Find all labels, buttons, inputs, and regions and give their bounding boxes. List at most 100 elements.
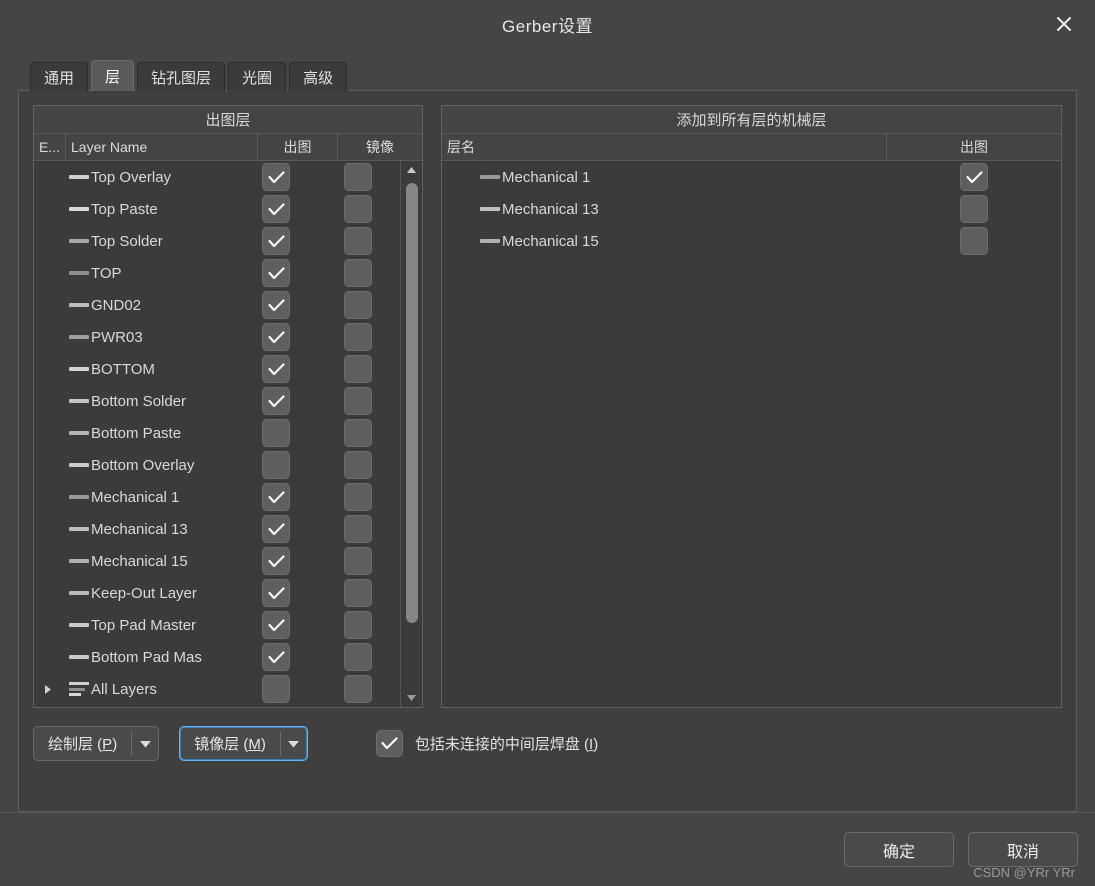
- triangle-up-icon[interactable]: [401, 161, 422, 179]
- tab-3[interactable]: 光圈: [228, 62, 287, 91]
- table-row[interactable]: GND02: [34, 289, 400, 321]
- column-header-enabled[interactable]: E...: [34, 134, 66, 160]
- table-row[interactable]: Mechanical 1: [34, 481, 400, 513]
- plot-checkbox[interactable]: [960, 227, 988, 255]
- plot-checkbox[interactable]: [262, 643, 290, 671]
- plot-layers-scrollbar[interactable]: [400, 161, 422, 707]
- table-row[interactable]: Bottom Pad Mas: [34, 641, 400, 673]
- table-row[interactable]: Mechanical 13: [34, 513, 400, 545]
- table-row[interactable]: Mechanical 1: [442, 161, 1061, 193]
- expander-triangle-icon[interactable]: [39, 684, 57, 695]
- plot-checkbox[interactable]: [262, 483, 290, 511]
- plot-checkbox[interactable]: [262, 675, 290, 703]
- plot-checkbox[interactable]: [262, 387, 290, 415]
- close-icon[interactable]: [1033, 0, 1095, 48]
- plot-cell: [236, 289, 316, 321]
- table-row[interactable]: Bottom Paste: [34, 417, 400, 449]
- scrollbar-track[interactable]: [401, 179, 422, 689]
- mirror-checkbox[interactable]: [344, 291, 372, 319]
- plot-layers-button-text: 绘制层 (P): [48, 736, 118, 753]
- table-row[interactable]: Mechanical 15: [34, 545, 400, 577]
- ok-button[interactable]: 确定: [844, 832, 954, 867]
- tab-4[interactable]: 高级: [289, 62, 348, 91]
- plot-checkbox[interactable]: [262, 515, 290, 543]
- mirror-checkbox[interactable]: [344, 611, 372, 639]
- plot-checkbox[interactable]: [262, 451, 290, 479]
- column-header-layer-name[interactable]: Layer Name: [66, 134, 258, 160]
- plot-checkbox[interactable]: [262, 323, 290, 351]
- table-row[interactable]: TOP: [34, 257, 400, 289]
- layer-name-label: Mechanical 15: [502, 232, 599, 250]
- caret-down-icon[interactable]: [281, 727, 307, 760]
- table-row[interactable]: Top Pad Master: [34, 609, 400, 641]
- mirror-checkbox[interactable]: [344, 547, 372, 575]
- mirror-checkbox[interactable]: [344, 579, 372, 607]
- plot-checkbox[interactable]: [262, 291, 290, 319]
- tab-bar: 通用层钻孔图层 光圈 高级: [18, 60, 1077, 91]
- plot-checkbox[interactable]: [262, 227, 290, 255]
- column-header-plot[interactable]: 出图: [887, 134, 1061, 160]
- table-row[interactable]: PWR03: [34, 321, 400, 353]
- plot-checkbox[interactable]: [262, 611, 290, 639]
- table-row[interactable]: Top Paste: [34, 193, 400, 225]
- include-unconnected-row: 包括未连接的中间层焊盘 (I): [375, 726, 599, 761]
- tab-0[interactable]: 通用: [30, 62, 89, 91]
- cancel-button[interactable]: 取消: [968, 832, 1078, 867]
- layer-name-cell: Top Solder: [34, 225, 236, 257]
- include-unconnected-checkbox[interactable]: [375, 730, 403, 757]
- table-row[interactable]: Bottom Solder: [34, 385, 400, 417]
- plot-checkbox[interactable]: [262, 579, 290, 607]
- mirror-layers-button[interactable]: 镜像层 (M): [179, 726, 308, 761]
- plot-cell: [236, 353, 316, 385]
- plot-layers-button[interactable]: 绘制层 (P): [33, 726, 160, 761]
- mirror-checkbox[interactable]: [344, 675, 372, 703]
- plot-checkbox[interactable]: [262, 163, 290, 191]
- layer-name-label: Top Paste: [91, 200, 158, 218]
- table-row[interactable]: Mechanical 15: [442, 225, 1061, 257]
- layer-color-swatch-icon: [69, 682, 89, 696]
- column-header-mirror[interactable]: 镜像: [338, 134, 422, 160]
- scrollbar-thumb[interactable]: [406, 183, 418, 623]
- table-row[interactable]: Keep-Out Layer: [34, 577, 400, 609]
- mirror-checkbox[interactable]: [344, 419, 372, 447]
- plot-checkbox[interactable]: [262, 419, 290, 447]
- layer-name-cell: TOP: [34, 257, 236, 289]
- mirror-cell: [316, 193, 400, 225]
- table-row[interactable]: All Layers: [34, 673, 400, 705]
- plot-checkbox[interactable]: [960, 195, 988, 223]
- table-row[interactable]: Top Overlay: [34, 161, 400, 193]
- mirror-checkbox[interactable]: [344, 227, 372, 255]
- plot-checkbox[interactable]: [960, 163, 988, 191]
- column-header-plot[interactable]: 出图: [258, 134, 338, 160]
- plot-checkbox[interactable]: [262, 355, 290, 383]
- mirror-checkbox[interactable]: [344, 195, 372, 223]
- layer-name-cell: GND02: [34, 289, 236, 321]
- table-row[interactable]: Bottom Overlay: [34, 449, 400, 481]
- plot-cell: [887, 225, 1061, 257]
- tab-2[interactable]: 钻孔图层: [137, 62, 226, 91]
- mirror-checkbox[interactable]: [344, 643, 372, 671]
- column-header-layer-name[interactable]: 层名: [442, 134, 887, 160]
- plot-checkbox[interactable]: [262, 195, 290, 223]
- tab-1[interactable]: 层: [91, 60, 135, 91]
- layer-name-label: BOTTOM: [91, 360, 155, 378]
- caret-down-icon[interactable]: [132, 727, 158, 760]
- mirror-checkbox[interactable]: [344, 163, 372, 191]
- table-row[interactable]: Top Solder: [34, 225, 400, 257]
- layer-name-cell: Bottom Pad Mas: [34, 641, 236, 673]
- mirror-checkbox[interactable]: [344, 515, 372, 543]
- triangle-down-icon[interactable]: [401, 689, 422, 707]
- table-row[interactable]: Mechanical 13: [442, 193, 1061, 225]
- mirror-checkbox[interactable]: [344, 451, 372, 479]
- include-unconnected-text: 包括未连接的中间层焊盘 (I): [414, 736, 599, 753]
- layer-color-swatch-icon: [69, 239, 89, 243]
- mirror-checkbox[interactable]: [344, 387, 372, 415]
- mirror-checkbox[interactable]: [344, 259, 372, 287]
- plot-checkbox[interactable]: [262, 547, 290, 575]
- mirror-checkbox[interactable]: [344, 323, 372, 351]
- plot-layers-panel: 出图层 E... Layer Name 出图 镜像 Top Overlay Top…: [33, 105, 423, 708]
- plot-checkbox[interactable]: [262, 259, 290, 287]
- mirror-checkbox[interactable]: [344, 483, 372, 511]
- mirror-checkbox[interactable]: [344, 355, 372, 383]
- table-row[interactable]: BOTTOM: [34, 353, 400, 385]
